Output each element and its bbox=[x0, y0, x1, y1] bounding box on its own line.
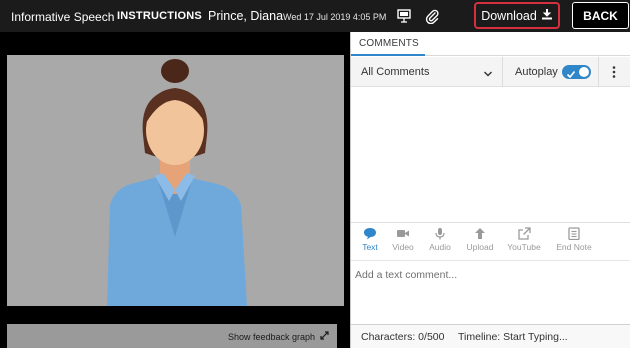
checkmark-icon bbox=[566, 66, 576, 79]
video-panel: Show feedback graph bbox=[0, 32, 350, 348]
tool-upload-label: Upload bbox=[466, 242, 494, 252]
assignment-title: Informative Speech bbox=[11, 10, 115, 24]
tool-youtube[interactable]: YouTube bbox=[505, 227, 543, 252]
tool-audio-label: Audio bbox=[429, 242, 451, 252]
comment-input[interactable] bbox=[351, 260, 630, 320]
instructions-link[interactable]: INSTRUCTIONS bbox=[117, 10, 202, 22]
tool-text-label: Text bbox=[362, 242, 378, 252]
microphone-icon bbox=[435, 228, 445, 240]
paperclip-icon[interactable] bbox=[424, 8, 440, 25]
video-player[interactable] bbox=[7, 55, 344, 306]
speech-bubble-icon bbox=[364, 228, 376, 240]
expand-arrows-icon bbox=[320, 331, 329, 342]
tab-comments[interactable]: COMMENTS bbox=[351, 32, 425, 56]
comments-filter-row: All Comments Autoplay bbox=[351, 57, 630, 87]
tool-youtube-label: YouTube bbox=[507, 242, 541, 252]
video-camera-icon bbox=[397, 230, 409, 237]
download-button[interactable]: Download bbox=[474, 2, 560, 29]
note-icon bbox=[568, 227, 580, 240]
comments-panel: COMMENTS All Comments Autoplay Text Vide… bbox=[351, 32, 630, 348]
tool-upload[interactable]: Upload bbox=[461, 227, 499, 252]
download-icon bbox=[541, 8, 553, 23]
student-name: Prince, Diana bbox=[208, 9, 284, 23]
show-feedback-graph-label: Show feedback graph bbox=[227, 331, 315, 342]
back-button[interactable]: BACK bbox=[572, 2, 629, 29]
tool-end-note[interactable]: End Note bbox=[555, 227, 593, 252]
chevron-down-icon bbox=[483, 66, 493, 77]
upload-arrow-icon bbox=[475, 228, 485, 239]
feedback-bar: Show feedback graph bbox=[7, 324, 337, 348]
comments-tabs: COMMENTS bbox=[351, 32, 630, 56]
comment-status-bar: Characters: 0/500 Timeline: Start Typing… bbox=[351, 324, 630, 348]
submission-datetime: Wed 17 Jul 2019 4:05 PM bbox=[283, 12, 387, 22]
timeline-status: Timeline: Start Typing... bbox=[458, 331, 568, 343]
comment-filter-value: All Comments bbox=[361, 66, 430, 78]
tool-audio[interactable]: Audio bbox=[421, 227, 459, 252]
autoplay-toggle[interactable] bbox=[562, 65, 591, 79]
show-feedback-graph-link[interactable]: Show feedback graph bbox=[228, 331, 329, 342]
presenter-avatar-image bbox=[107, 59, 247, 306]
filter-divider bbox=[598, 57, 599, 87]
external-link-icon bbox=[518, 227, 531, 240]
tool-end-note-label: End Note bbox=[556, 242, 592, 252]
character-count: Characters: 0/500 bbox=[361, 331, 445, 343]
tool-video-label: Video bbox=[392, 242, 414, 252]
toggle-knob bbox=[579, 67, 589, 77]
more-options-icon[interactable] bbox=[607, 65, 621, 79]
download-button-label: Download bbox=[481, 8, 537, 23]
comment-filter-select[interactable]: All Comments bbox=[351, 57, 503, 87]
top-bar: Informative Speech INSTRUCTIONS Prince, … bbox=[0, 0, 630, 32]
presentation-icon[interactable] bbox=[396, 8, 412, 24]
comment-type-toolbar: Text Video Audio Upload YouTube End Note bbox=[351, 222, 630, 256]
autoplay-label: Autoplay bbox=[515, 66, 558, 78]
tool-video[interactable]: Video bbox=[384, 227, 422, 252]
